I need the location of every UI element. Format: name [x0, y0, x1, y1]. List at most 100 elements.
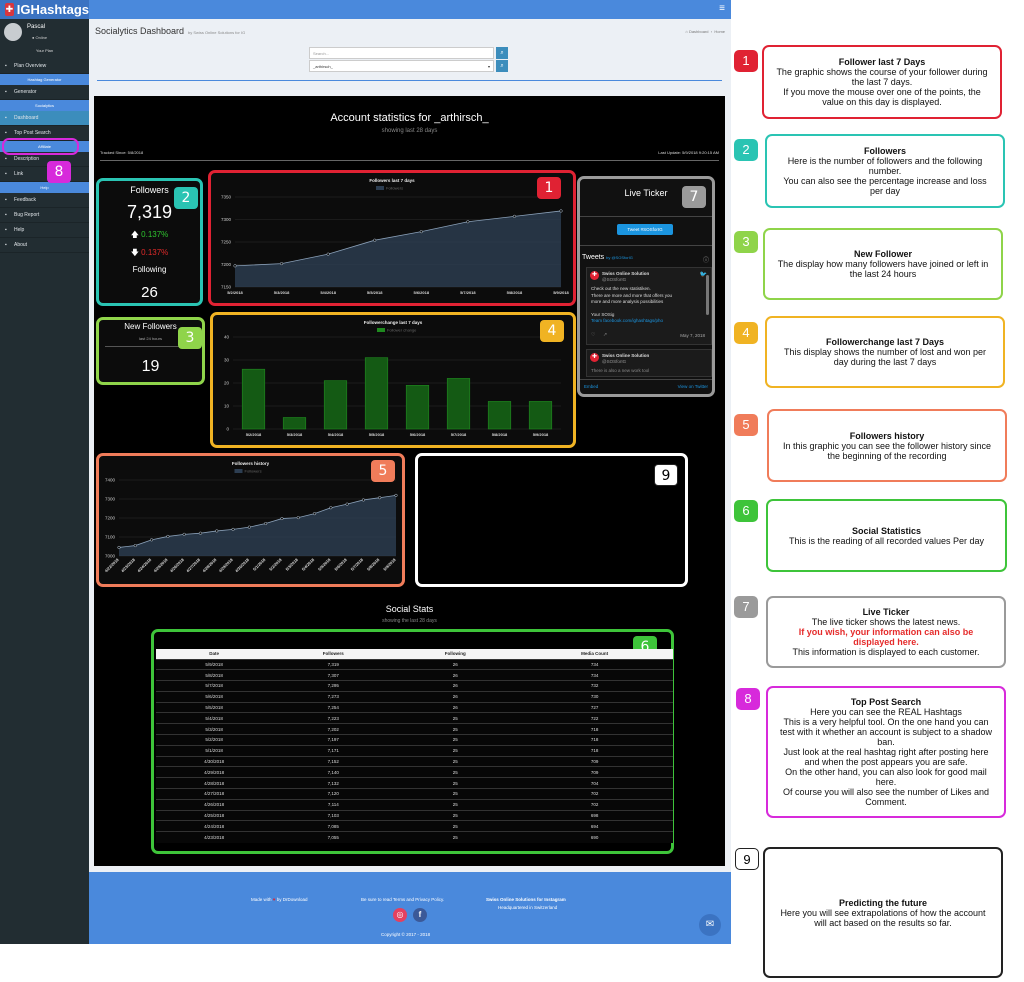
table-header-cell[interactable]: Followers: [272, 649, 395, 659]
footer-by[interactable]: by DrDownload: [277, 897, 308, 902]
data-point[interactable]: [233, 264, 237, 268]
data-point[interactable]: [117, 545, 121, 549]
instagram-icon[interactable]: ◎: [393, 908, 407, 922]
data-point[interactable]: [264, 521, 268, 526]
table-cell: 5/7/2018: [156, 680, 273, 692]
table-header-cell[interactable]: Date: [156, 649, 273, 659]
table-body: 5/9/2018 7,319 26 734 5/8/2018 7,307 26 734 5/7/…: [156, 658, 673, 843]
embed-link[interactable]: Embed: [584, 384, 598, 389]
followerchange-chart[interactable]: Followerchange last 7 days Follower chang…: [213, 315, 573, 445]
data-point[interactable]: [329, 506, 333, 510]
data-point[interactable]: [231, 527, 235, 531]
bar[interactable]: [364, 357, 389, 430]
share-icon[interactable]: ↗: [603, 332, 607, 338]
sidebar-item-feedback[interactable]: ▪ Feedback: [0, 193, 89, 208]
x-tick-label: 5/2/2018: [246, 432, 262, 437]
chat-icon[interactable]: ✉: [699, 914, 721, 936]
y-tick-label: 10: [224, 404, 230, 409]
bar[interactable]: [528, 401, 553, 430]
help-icon: ▪: [5, 227, 7, 233]
legend-text: If you move the mouse over one of the po…: [783, 87, 981, 97]
tweet-card[interactable]: ✚ Swiss Online Solution @SOSforIG There …: [586, 349, 712, 377]
user-plan[interactable]: Your Plan: [0, 48, 89, 53]
tweet-line[interactable]: Team facebook.com/ighashtags/pho: [591, 318, 663, 323]
view-on-twitter-link[interactable]: View on Twitter: [678, 384, 708, 389]
bar[interactable]: [487, 401, 512, 430]
bar[interactable]: [282, 417, 307, 430]
data-point[interactable]: [280, 517, 284, 521]
data-point[interactable]: [361, 498, 365, 502]
statistics-panel: Account statistics for _arthirsch_ showi…: [94, 96, 725, 866]
page-subtitle: by Swiss Online Solutions for IG: [188, 30, 246, 35]
sidebar-item-help[interactable]: ▪ Help: [0, 223, 89, 238]
followers-history-chart[interactable]: Followers history Followers 7000 7100 7200 73…: [99, 456, 402, 584]
bar[interactable]: [241, 368, 266, 430]
data-point[interactable]: [280, 262, 284, 266]
data-point[interactable]: [312, 512, 317, 516]
breadcrumb-dashboard[interactable]: Dashboard: [689, 29, 709, 34]
x-tick-label: 5/9/2018: [382, 557, 397, 572]
account-select[interactable]: _arthirsch_ ▾: [309, 60, 494, 72]
data-point[interactable]: [559, 209, 563, 213]
search-button[interactable]: ⌕: [496, 47, 508, 59]
table-cell: 4/26/2018: [156, 798, 273, 811]
data-point[interactable]: [419, 230, 423, 234]
bar[interactable]: [446, 378, 471, 430]
data-point[interactable]: [215, 529, 219, 533]
table-cell: 7,273: [272, 690, 395, 703]
data-point[interactable]: [198, 531, 203, 535]
scrollbar[interactable]: [706, 275, 709, 315]
heart-icon[interactable]: ♡: [591, 332, 595, 338]
data-point[interactable]: [378, 496, 382, 500]
data-point[interactable]: [512, 214, 516, 218]
sidebar-item-about[interactable]: ▪ About: [0, 238, 89, 253]
table-cell: 718: [516, 723, 673, 735]
x-tick-label: 5/2/2018: [227, 290, 243, 295]
bar[interactable]: [405, 385, 430, 430]
logo[interactable]: ✚ IGHashtags: [0, 0, 89, 19]
sidebar-item-link[interactable]: ▪ Link: [0, 167, 89, 182]
followers-week-chart[interactable]: Followers last 7 days Followers 7150 7200 72…: [211, 173, 573, 303]
legend-title: New Follower: [853, 249, 912, 259]
sidebar-item-dashboard[interactable]: ▪ Dashboard: [0, 111, 89, 126]
legend-text: the beginning of the recording: [827, 450, 947, 461]
legend-card-9: Predicting the future Here you will see e…: [763, 847, 1003, 978]
data-point[interactable]: [296, 516, 300, 520]
divider: [97, 80, 722, 81]
data-point[interactable]: [133, 544, 137, 548]
sidebar-item-label: Plan Overview: [14, 63, 47, 69]
sidebar-item-generator[interactable]: ▪ Generator: [0, 85, 89, 100]
search-input[interactable]: Search...: [309, 47, 494, 59]
table-header-cell[interactable]: Media Count: [516, 649, 673, 659]
data-point[interactable]: [373, 238, 377, 242]
info-icon[interactable]: ⓘ: [703, 255, 709, 264]
data-point[interactable]: [247, 525, 251, 529]
data-point[interactable]: [166, 534, 170, 538]
select-search-button[interactable]: ⌕: [496, 60, 508, 72]
tweet-card[interactable]: ✚ Swiss Online Solution @SOSforIG 🐦 Chec…: [586, 267, 712, 345]
user-name: Pascal: [27, 24, 46, 30]
data-point[interactable]: [394, 493, 398, 497]
hamburger-icon[interactable]: ≡: [719, 3, 725, 14]
bar[interactable]: [323, 380, 348, 430]
search-icon: ▪: [5, 130, 7, 136]
table-cell: 702: [516, 798, 673, 811]
facebook-icon[interactable]: f: [413, 908, 427, 922]
legend-badge-6: 6: [734, 500, 758, 522]
tweet-line: more and more analysis possibilities: [591, 299, 664, 304]
data-point[interactable]: [326, 252, 330, 256]
data-point[interactable]: [345, 502, 349, 506]
table-header-cell[interactable]: Following: [394, 649, 517, 659]
sidebar-item-plan-overview[interactable]: ▪ Plan Overview: [0, 59, 89, 74]
tweets-by[interactable]: by @SOSforIG: [606, 255, 633, 260]
data-point[interactable]: [150, 538, 154, 542]
avatar[interactable]: [4, 23, 22, 41]
prediction-box: 9: [415, 453, 688, 587]
y-tick-label: 30: [224, 358, 230, 363]
data-point[interactable]: [466, 220, 470, 224]
tweet-button[interactable]: Tweet #SOSforIG: [617, 224, 673, 235]
legend-title: Followers: [863, 146, 906, 156]
sidebar-item-bug-report[interactable]: ▪ Bug Report: [0, 208, 89, 223]
data-point[interactable]: [182, 532, 186, 536]
footer-terms[interactable]: Be sure to read Terms and Privacy Policy…: [361, 897, 444, 902]
